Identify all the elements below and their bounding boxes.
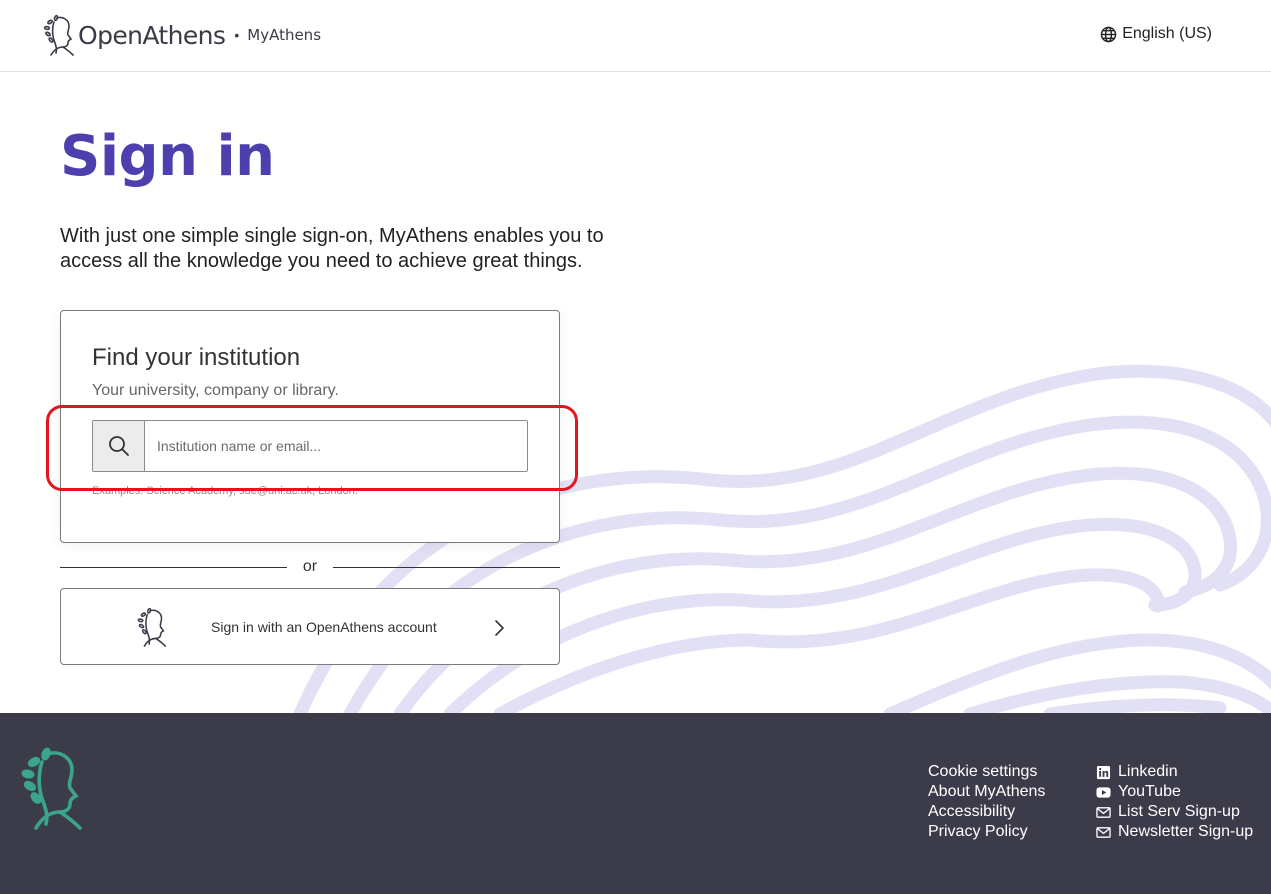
openathens-signin-button[interactable]: Sign in with an OpenAthens account [60,588,560,665]
linkedin-label: Linkedin [1118,763,1178,780]
linkedin-icon [1096,765,1111,779]
intro-text: With just one simple single sign-on, MyA… [60,225,604,272]
page-title: Sign in [60,124,275,189]
openathens-logo-icon [21,747,82,830]
footer-links: Cookie settings About MyAthens Accessibi… [928,762,1045,842]
language-label: English (US) [1122,25,1212,42]
openathens-logo-icon [43,14,74,56]
footer-link-privacy[interactable]: Privacy Policy [928,822,1045,842]
footer-link-listserv[interactable]: List Serv Sign-up [1096,802,1253,822]
footer-link-cookie-settings[interactable]: Cookie settings [928,762,1045,782]
openathens-signin-label: Sign in with an OpenAthens account [211,619,437,635]
find-institution-subtitle: Your university, company or library. [92,382,339,399]
footer-link-newsletter[interactable]: Newsletter Sign-up [1096,822,1253,842]
newsletter-label: Newsletter Sign-up [1118,823,1254,840]
brand-logo-link[interactable]: OpenAthens • MyAthens [42,14,321,56]
footer-link-accessibility[interactable]: Accessibility [928,802,1045,822]
main-content: Sign in With just one simple single sign… [0,72,1271,713]
openathens-logo-icon [137,607,167,647]
product-name: MyAthens [247,26,322,44]
brand-name: OpenAthens [78,20,226,50]
chevron-right-icon [495,620,504,636]
youtube-label: YouTube [1118,783,1181,800]
footer-link-about[interactable]: About MyAthens [928,782,1045,802]
listserv-label: List Serv Sign-up [1118,803,1240,820]
search-highlight-annotation [46,405,578,491]
language-selector[interactable]: English (US) [1100,25,1212,43]
globe-icon [1100,26,1117,42]
mail-icon [1096,806,1111,818]
site-footer: Cookie settings About MyAthens Accessibi… [0,713,1271,894]
find-institution-title: Find your institution [92,344,301,371]
site-header: OpenAthens • MyAthens English (US) [0,0,1271,72]
or-divider: or [60,557,560,577]
or-text: or [302,558,318,575]
brand-separator: • [234,27,240,43]
footer-link-youtube[interactable]: YouTube [1096,782,1253,802]
footer-link-linkedin[interactable]: Linkedin [1096,762,1253,782]
mail-icon [1096,826,1111,838]
footer-social-links: Linkedin YouTube List Serv Sign-up Newsl… [1096,762,1253,842]
youtube-icon [1096,786,1111,798]
